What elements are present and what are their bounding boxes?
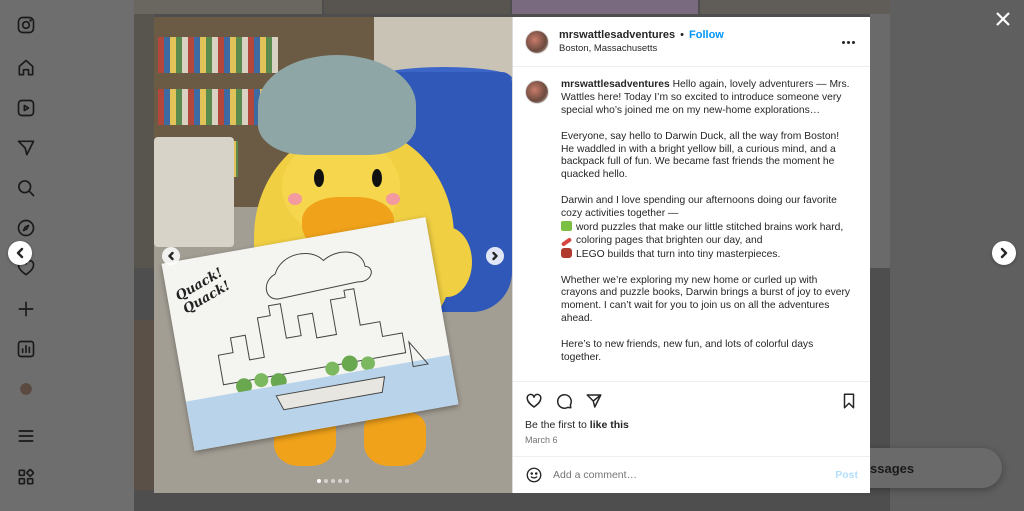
caption-paragraph: Here’s to new friends, new fun, and lots… <box>561 339 814 363</box>
carousel-dot <box>345 479 349 483</box>
post-date[interactable]: March 6 <box>525 435 858 445</box>
profile-icon[interactable] <box>13 376 39 402</box>
carousel-next-button[interactable] <box>486 247 504 265</box>
home-icon[interactable] <box>13 55 39 81</box>
explore-icon[interactable] <box>13 135 39 161</box>
emoji-icon[interactable] <box>525 466 543 484</box>
more-icon[interactable] <box>13 464 39 490</box>
puzzle-icon <box>561 220 572 231</box>
instagram-icon[interactable] <box>13 12 39 38</box>
reels-icon[interactable] <box>13 95 39 121</box>
carousel-dot <box>317 479 321 483</box>
post-header: mrswattlesadventures • Follow Boston, Ma… <box>513 17 870 67</box>
close-icon[interactable] <box>992 8 1014 30</box>
location-link[interactable]: Boston, Massachusetts <box>559 43 724 54</box>
caption-paragraph: Everyone, say hello to Darwin Duck, all … <box>561 130 840 181</box>
follow-button[interactable]: Follow <box>689 29 724 41</box>
post-actions: Be the first to like this March 6 <box>513 381 870 456</box>
create-icon[interactable] <box>13 296 39 322</box>
menu-icon[interactable] <box>13 423 39 449</box>
chevron-right-icon <box>1000 247 1008 259</box>
post-comment-button[interactable]: Post <box>835 469 858 481</box>
caption-paragraph: Darwin and I love spending our afternoon… <box>561 195 837 220</box>
post-image[interactable]: Quack! Quack! <box>154 17 512 493</box>
next-post-button[interactable] <box>992 241 1016 265</box>
chevron-left-icon <box>16 247 24 259</box>
caption-paragraph: Whether we’re exploring my new home or c… <box>561 274 851 325</box>
carousel-indicator <box>154 479 512 483</box>
compass-icon[interactable] <box>13 215 39 241</box>
caption-list-item: coloring pages that brighten our day, an… <box>576 234 763 246</box>
caption-list-item: LEGO builds that turn into tiny masterpi… <box>576 248 781 260</box>
caption-text: mrswattlesadventures Hello again, lovely… <box>560 79 851 381</box>
comment-bar: Post <box>513 456 870 493</box>
previous-post-button[interactable] <box>8 241 32 265</box>
dashboard-icon[interactable] <box>13 336 39 362</box>
carousel-dot <box>324 479 328 483</box>
more-options-icon[interactable] <box>838 32 858 52</box>
caption-section: mrswattlesadventures Hello again, lovely… <box>513 67 870 381</box>
like-heart-icon[interactable] <box>525 392 543 410</box>
caption-avatar[interactable] <box>525 80 549 104</box>
caption-list-item: word puzzles that make our little stitch… <box>576 221 844 233</box>
crayon-icon <box>560 237 573 247</box>
comment-icon[interactable] <box>555 392 573 410</box>
bookmark-icon[interactable] <box>840 392 858 410</box>
carousel-prev-button[interactable] <box>162 247 180 265</box>
search-icon[interactable] <box>13 175 39 201</box>
carousel-dot <box>338 479 342 483</box>
avatar[interactable] <box>525 29 549 54</box>
post-details-panel: mrswattlesadventures • Follow Boston, Ma… <box>512 17 870 493</box>
chevron-right-icon <box>492 251 498 261</box>
username-link[interactable]: mrswattlesadventures <box>559 29 675 41</box>
share-icon[interactable] <box>585 392 603 410</box>
separator-dot: • <box>680 29 685 41</box>
like-this-link[interactable]: like this <box>590 419 629 431</box>
likes-prefix: Be the first to <box>525 419 590 431</box>
comment-input[interactable] <box>553 469 836 481</box>
post-modal: Quack! Quack! mrswattlesadventures • Fol… <box>154 17 870 493</box>
carousel-dot <box>331 479 335 483</box>
caption-username[interactable]: mrswattlesadventures <box>561 79 670 90</box>
chevron-left-icon <box>168 251 174 261</box>
brick-icon <box>561 247 572 258</box>
knitted-hat <box>258 55 416 155</box>
messages-label: ssages <box>870 460 915 476</box>
likes-text: Be the first to like this <box>525 419 858 431</box>
